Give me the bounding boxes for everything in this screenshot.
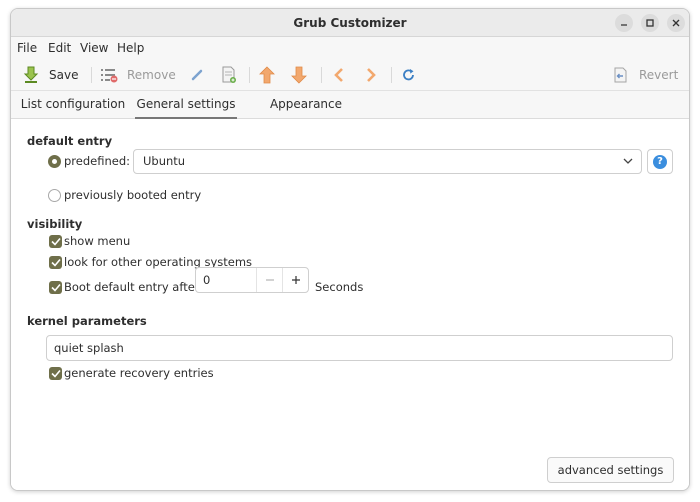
general-settings-panel: default entry predefined: Ubuntu ? previ…: [11, 119, 689, 490]
timeout-value: 0: [203, 273, 211, 287]
close-icon: [672, 19, 680, 27]
predefined-radio[interactable]: [48, 155, 61, 168]
new-document-icon: [219, 65, 239, 85]
app-window: Grub Customizer File Edit View Help Save: [10, 8, 690, 491]
help-icon: ?: [653, 154, 667, 169]
checkmark-icon: [50, 369, 61, 378]
advanced-settings-button[interactable]: advanced settings: [547, 457, 674, 483]
remove-button[interactable]: Remove: [99, 63, 176, 87]
chevron-down-icon: [623, 158, 633, 164]
save-button[interactable]: Save: [21, 63, 78, 87]
checkmark-icon: [50, 237, 61, 246]
checkmark-icon: [50, 283, 61, 292]
recovery-entries-label: generate recovery entries: [64, 366, 214, 380]
edit-button[interactable]: [187, 63, 207, 87]
timeout-unit-label: Seconds: [315, 280, 364, 294]
default-entry-value: Ubuntu: [143, 154, 186, 168]
chevron-left-icon: [329, 65, 349, 85]
minimize-button[interactable]: [615, 14, 633, 32]
revert-button[interactable]: Revert: [611, 63, 678, 87]
window-title: Grub Customizer: [293, 16, 407, 30]
plus-icon: [291, 276, 300, 284]
help-button[interactable]: ?: [647, 149, 673, 174]
menu-view[interactable]: View: [75, 37, 113, 59]
look-other-os-checkbox[interactable]: [49, 256, 62, 269]
menu-bar: File Edit View Help: [11, 37, 689, 59]
previously-booted-label: previously booted entry: [64, 188, 202, 202]
remove-list-icon: [99, 65, 119, 85]
revert-label: Revert: [639, 68, 679, 82]
save-label: Save: [49, 68, 79, 82]
checkmark-icon: [50, 258, 61, 267]
show-menu-label: show menu: [64, 234, 131, 248]
toolbar: Save Remove Revert: [11, 59, 689, 91]
pencil-icon: [187, 65, 207, 85]
close-button[interactable]: [667, 14, 685, 32]
toolbar-separator: [91, 67, 92, 83]
toolbar-separator: [249, 67, 250, 83]
minimize-icon: [621, 24, 627, 26]
create-entry-button[interactable]: [219, 63, 239, 87]
predefined-label: predefined:: [64, 154, 131, 168]
kernel-parameters-field[interactable]: [46, 335, 673, 361]
kernel-parameters-heading: kernel parameters: [27, 314, 147, 328]
boot-default-checkbox[interactable]: [49, 281, 62, 294]
tab-appearance-settings[interactable]: Appearance settings: [245, 91, 367, 138]
menu-help[interactable]: Help: [112, 37, 149, 59]
save-icon: [21, 65, 41, 85]
reload-button[interactable]: [399, 63, 419, 87]
previously-booted-radio[interactable]: [48, 189, 61, 202]
timeout-spinner[interactable]: 0: [195, 267, 309, 293]
arrow-up-icon: [257, 65, 277, 85]
minus-icon: [265, 279, 274, 281]
kernel-parameters-input[interactable]: [47, 336, 672, 360]
tab-general-settings[interactable]: General settings: [135, 91, 237, 119]
menu-edit[interactable]: Edit: [43, 37, 76, 59]
tab-bar: List configuration General settings Appe…: [11, 91, 689, 138]
decrement-button[interactable]: [256, 268, 282, 292]
visibility-heading: visibility: [27, 217, 83, 231]
maximize-icon: [646, 19, 654, 27]
title-bar: Grub Customizer: [11, 9, 689, 37]
arrow-down-icon: [289, 65, 309, 85]
move-left-button[interactable]: [329, 63, 349, 87]
show-menu-checkbox[interactable]: [49, 235, 62, 248]
chevron-right-icon: [361, 65, 381, 85]
toolbar-separator: [321, 67, 322, 83]
menu-file[interactable]: File: [12, 37, 42, 59]
default-entry-heading: default entry: [27, 134, 113, 148]
increment-button[interactable]: [282, 268, 308, 292]
move-right-button[interactable]: [361, 63, 381, 87]
move-up-button[interactable]: [257, 63, 277, 87]
revert-icon: [611, 65, 631, 85]
default-entry-combo[interactable]: Ubuntu: [133, 149, 642, 174]
refresh-icon: [399, 65, 419, 85]
tab-list-configuration[interactable]: List configuration: [17, 91, 129, 119]
move-down-button[interactable]: [289, 63, 309, 87]
boot-default-label: Boot default entry after: [64, 280, 200, 294]
maximize-button[interactable]: [641, 14, 659, 32]
remove-label: Remove: [127, 68, 176, 82]
toolbar-separator: [391, 67, 392, 83]
recovery-entries-checkbox[interactable]: [49, 367, 62, 380]
